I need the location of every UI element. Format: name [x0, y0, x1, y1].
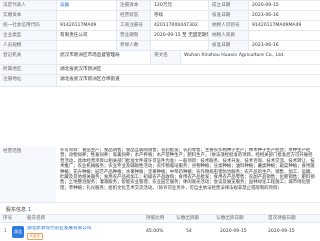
shareholder-amount: 54	[186, 229, 192, 234]
shareholder-count: 1	[28, 207, 32, 213]
business-scope-row: 经营范围 许可项目：食品生产；食品销售；食品互联网销售；农药批发；农药零售；主要…	[0, 146, 320, 203]
establish-date-label: 成立日期	[208, 1, 248, 10]
region-value: 湖北省武汉市新洲区	[56, 65, 320, 74]
info-row: 人员规模 参保人数 核准日期 2023-06-16	[0, 41, 320, 51]
approval-date-label: 核准日期	[208, 11, 248, 20]
paid-capital-label: 实缴资本	[0, 11, 56, 20]
reg-number-label: 工商注册号	[116, 21, 150, 30]
authority-label: 登记机关	[0, 51, 56, 64]
legal-rep-label: 法定代表人	[0, 1, 56, 10]
info-row: 登记机关 武汉市新洲区市场监督管理局 英文名 Wuhan Xinzhou Hua…	[0, 51, 320, 65]
shareholder-date1: 2020-09-15	[220, 229, 247, 234]
insured-count-value	[150, 41, 208, 50]
info-row: 企业类型 有限责任公司 营业期限 2020-09-15 至 无固定期限 纳税人资…	[0, 31, 320, 41]
shareholder-name-link[interactable]: 湖北新洲现代农业发展有限公司	[27, 226, 137, 232]
paid-capital-value	[56, 11, 116, 20]
shareholder-index: 1	[4, 229, 7, 234]
business-scope-text: 许可项目：食品生产；食品销售；食品互联网销售；农药批发；农药零售；主要农作物种子…	[60, 148, 315, 191]
col-index: 序号	[3, 216, 13, 221]
approval-date-value: 2023-06-16	[248, 11, 320, 20]
english-name-label: 英文名	[150, 51, 180, 64]
business-term-value: 2020-09-15 至 无固定期限	[150, 31, 208, 40]
info-row: 实缴资本 经营状态 存续 核准日期 2023-06-16	[0, 11, 320, 21]
status-value: 存续	[150, 11, 208, 20]
info-row: 法定代表人 吴磊 注册资本 120万元 成立日期 2020-09-15	[0, 1, 320, 11]
info-row: 统一社会信用代码 91420117MA49 工商注册号 420117000447…	[0, 21, 320, 31]
status-label: 经营状态	[116, 11, 150, 20]
col-amount: 认缴出资额	[176, 216, 199, 221]
credit-code-value: 91420117MA49	[56, 21, 116, 30]
major-shareholder-badge: 大股东	[27, 233, 43, 240]
shareholder-row[interactable]: 1 湖北 湖北新洲现代农业发展有限公司 大股东 45.00% 54 2020-0…	[0, 223, 320, 241]
region-label: 所属地区	[0, 65, 56, 74]
address-label: 注册地址	[0, 75, 56, 86]
registered-capital-label: 注册资本	[116, 1, 150, 10]
english-name-value: Wuhan Xinzhou Huaxin Agriculture Co., Lt…	[180, 51, 320, 64]
taxpayer-qualification-value	[248, 31, 320, 40]
authority-value: 武汉市新洲区市场监督管理局	[56, 51, 150, 64]
taxpayer-id-label: 纳税人识别号	[208, 21, 248, 30]
taxpayer-id-value: 91420117MA49MA49	[248, 21, 320, 30]
shareholder-title: 股东信息	[6, 207, 27, 213]
taxpayer-qualification-label: 纳税人资质	[208, 31, 248, 40]
col-date1: 认缴出资日期	[216, 216, 244, 221]
registered-capital-value: 120万元	[150, 1, 208, 10]
company-type-value: 有限责任公司	[56, 31, 116, 40]
staff-size-value	[56, 41, 116, 50]
address-value: 湖北省武汉市新洲区仓埠街道	[56, 75, 320, 86]
shareholder-table: 序号 股东名称 持股比例 认缴出资额 认缴出资日期 首次持股日期 1 湖北 湖北…	[0, 214, 320, 241]
shareholder-header: 序号 股东名称 持股比例 认缴出资额 认缴出资日期 首次持股日期	[0, 215, 320, 223]
business-scope-label: 经营范围	[0, 146, 56, 202]
check-date-label: 核准日期	[208, 41, 248, 50]
legal-rep-value[interactable]: 吴磊	[56, 1, 116, 10]
reg-number-value: 420117000447302	[150, 21, 208, 30]
col-date2: 首次持股日期	[268, 216, 296, 221]
company-type-label: 企业类型	[0, 31, 56, 40]
company-logo-icon: 湖北	[12, 226, 24, 238]
col-name: 股东名称	[27, 216, 46, 221]
business-info-table: 法定代表人 吴磊 注册资本 120万元 成立日期 2020-09-15 实缴资本…	[0, 0, 320, 87]
check-date-value: 2023-06-16	[248, 41, 320, 50]
insured-count-label: 参保人数	[116, 41, 150, 50]
info-row: 注册地址 湖北省武汉市新洲区仓埠街道	[0, 75, 320, 87]
staff-size-label: 人员规模	[0, 41, 56, 50]
col-ratio: 持股比例	[146, 216, 165, 221]
establish-date-value: 2020-09-15	[248, 1, 320, 10]
info-row: 所属地区 湖北省武汉市新洲区	[0, 65, 320, 75]
business-term-label: 营业期限	[116, 31, 150, 40]
shareholder-date2: 2020-09-15	[268, 229, 295, 234]
shareholder-section-title: 股东信息 1	[6, 207, 32, 214]
credit-code-label: 统一社会信用代码	[0, 21, 56, 30]
shareholder-ratio: 45.00%	[146, 229, 164, 234]
